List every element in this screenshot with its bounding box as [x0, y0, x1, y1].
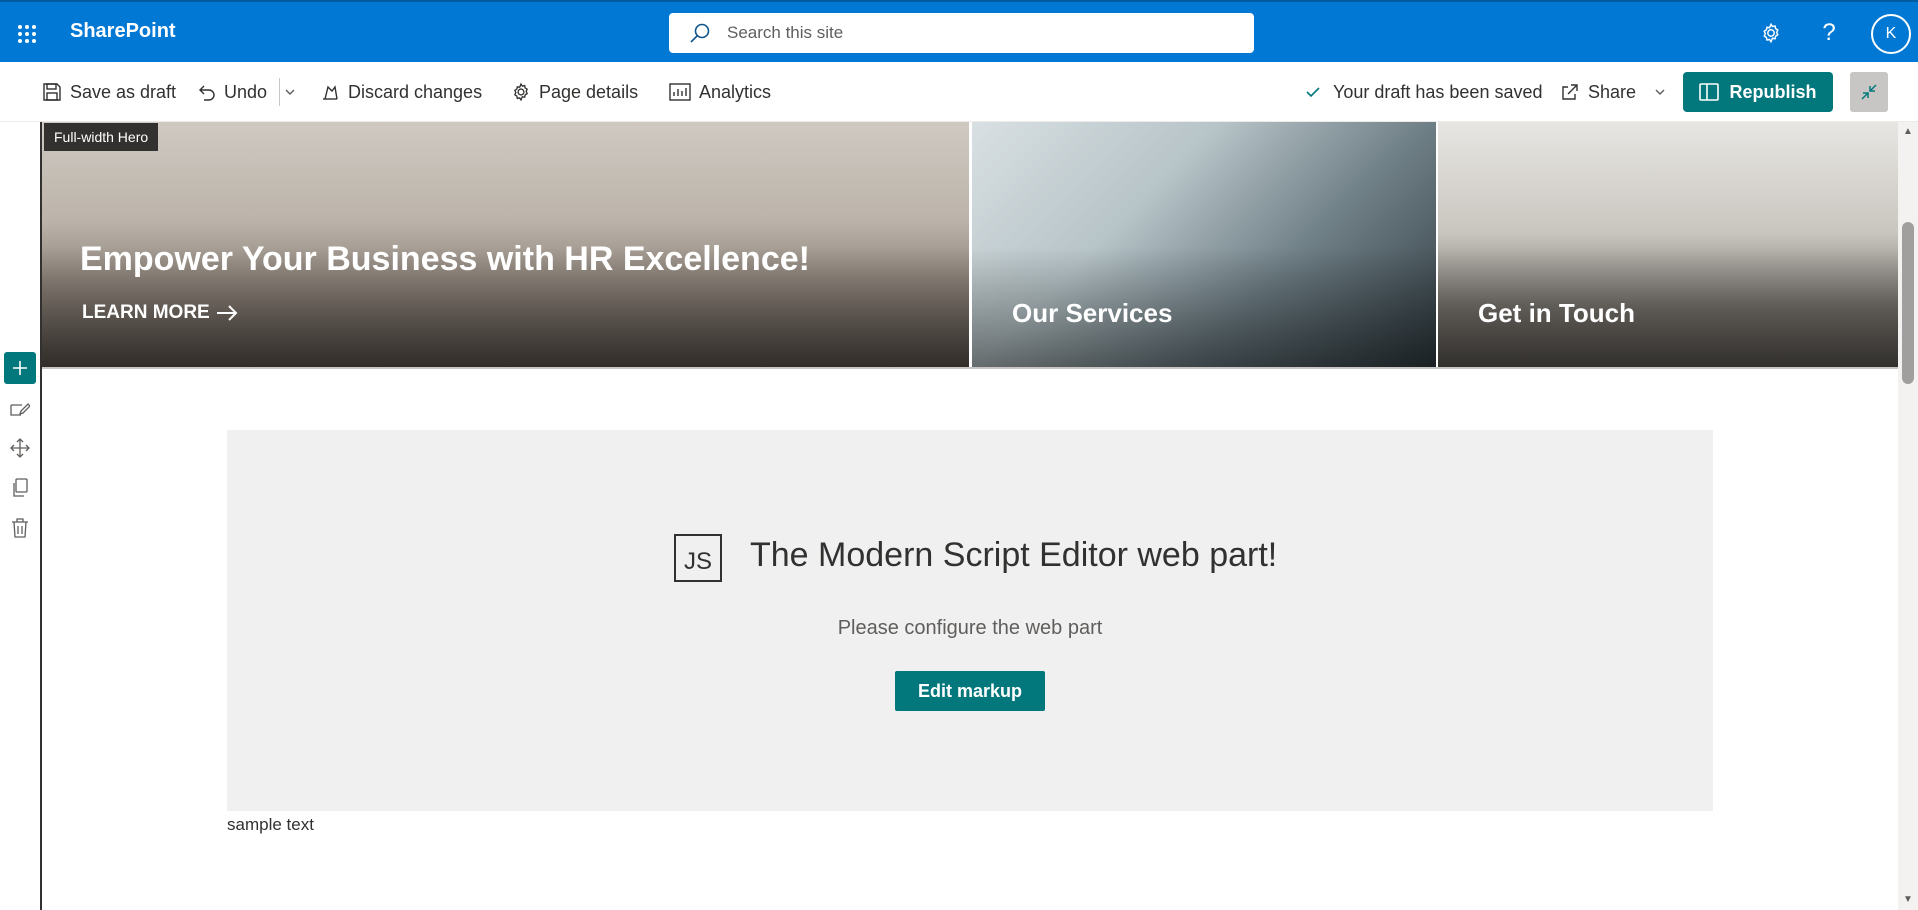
undo-button[interactable]: Undo — [196, 78, 267, 106]
collapse-button[interactable] — [1850, 72, 1888, 112]
page-details-label: Page details — [539, 81, 639, 102]
save-icon — [43, 83, 61, 101]
duplicate-section-button[interactable] — [6, 474, 34, 502]
collapse-icon — [1861, 84, 1877, 100]
analytics-label: Analytics — [699, 81, 772, 102]
tile-title: Our Services — [1012, 298, 1173, 328]
arrow-right-icon — [216, 305, 238, 321]
edit-section-button[interactable] — [6, 396, 34, 424]
avatar[interactable]: K — [1871, 14, 1911, 54]
help-icon[interactable]: ? — [1814, 18, 1844, 48]
scrollbar-thumb[interactable] — [1902, 222, 1914, 384]
app-name[interactable]: SharePoint — [70, 20, 176, 43]
analytics-icon — [669, 83, 691, 101]
analytics-button[interactable]: Analytics — [669, 78, 771, 106]
discard-changes-button[interactable]: Discard changes — [320, 78, 482, 106]
delete-icon — [12, 518, 28, 538]
scroll-up-icon[interactable]: ▲ — [1903, 126, 1913, 137]
undo-label: Undo — [224, 81, 268, 102]
suite-bar: SharePoint Search this site ? K — [0, 0, 1918, 62]
undo-dropdown[interactable] — [284, 78, 304, 106]
hero-tile-services[interactable]: Our Services — [972, 122, 1436, 367]
discard-icon — [323, 85, 338, 100]
save-draft-label: Save as draft — [70, 81, 177, 102]
search-icon — [689, 22, 711, 44]
js-logo: JS — [674, 534, 722, 582]
undo-icon — [199, 85, 215, 101]
move-icon — [10, 438, 30, 458]
add-icon — [13, 361, 27, 375]
learn-more-link[interactable]: LEARN MORE — [82, 302, 238, 324]
hero-tile-contact[interactable]: Get in Touch — [1438, 122, 1898, 367]
waffle-icon[interactable] — [14, 21, 40, 47]
learn-more-label: LEARN MORE — [82, 302, 210, 323]
add-section-button[interactable] — [4, 352, 36, 384]
script-editor-subtitle: Please configure the web part — [837, 617, 1103, 639]
save-draft-button[interactable]: Save as draft — [42, 78, 176, 106]
chevron-down-icon — [285, 89, 295, 95]
share-label: Share — [1588, 81, 1637, 102]
republish-label: Republish — [1729, 81, 1817, 102]
scroll-down-icon[interactable]: ▼ — [1903, 894, 1913, 905]
republish-button[interactable]: Republish — [1683, 72, 1833, 112]
edit-markup-button[interactable]: Edit markup — [895, 671, 1045, 711]
hero-webpart[interactable]: Empower Your Business with HR Excellence… — [42, 122, 1898, 369]
checkmark-icon — [1306, 87, 1320, 98]
page-details-button[interactable]: Page details — [511, 78, 638, 106]
script-editor-webpart[interactable]: JS The Modern Script Editor web part! Pl… — [227, 430, 1713, 811]
share-button[interactable]: Share — [1560, 78, 1674, 106]
status-text: Your draft has been saved — [1333, 81, 1543, 102]
command-bar: Save as draft Undo Discard changes Page … — [0, 62, 1918, 122]
share-icon — [1562, 84, 1578, 100]
republish-icon — [1699, 83, 1720, 101]
search-box[interactable]: Search this site — [669, 13, 1254, 53]
save-status: Your draft has been saved — [1305, 78, 1543, 106]
duplicate-icon — [13, 478, 28, 497]
hero-title: Empower Your Business with HR Excellence… — [80, 240, 810, 278]
script-editor-title: The Modern Script Editor web part! — [750, 536, 1278, 574]
page-details-icon — [513, 82, 529, 102]
search-placeholder: Search this site — [727, 23, 844, 42]
hero-tile-main[interactable]: Empower Your Business with HR Excellence… — [42, 122, 969, 367]
chevron-down-icon — [1655, 89, 1665, 95]
webpart-tag: Full-width Hero — [44, 123, 159, 151]
sample-text[interactable]: sample text — [227, 815, 314, 835]
tile-title: Get in Touch — [1478, 298, 1635, 328]
settings-icon[interactable] — [1756, 18, 1786, 48]
discard-label: Discard changes — [348, 81, 483, 102]
delete-section-button[interactable] — [6, 514, 34, 542]
move-section-button[interactable] — [6, 434, 34, 462]
edit-icon — [10, 403, 30, 416]
divider — [279, 78, 280, 106]
